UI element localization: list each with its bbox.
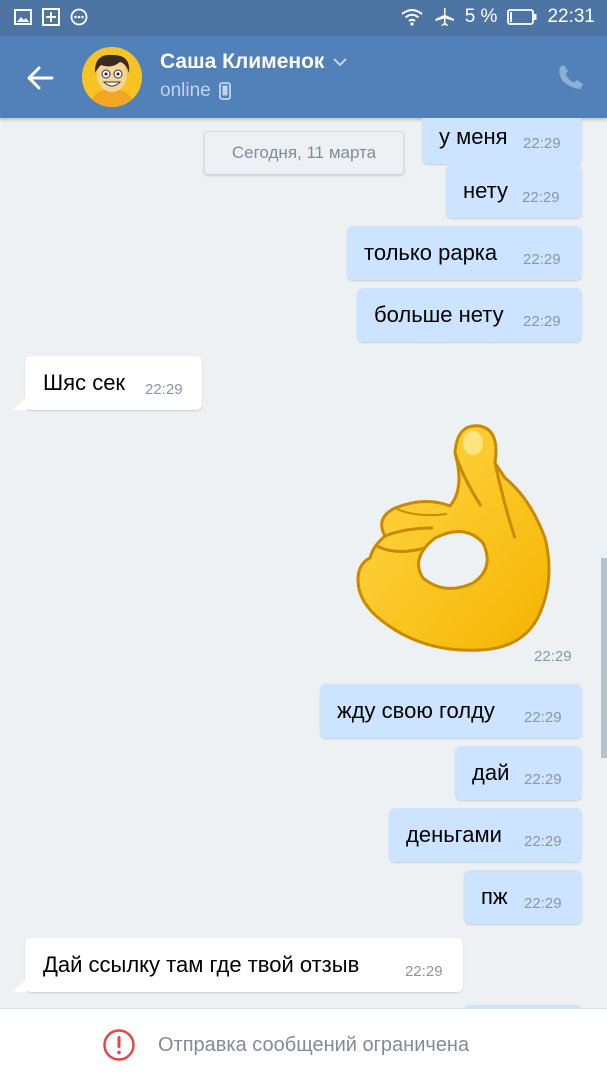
mobile-device-icon [218,82,231,100]
message-text: жду свою голду [337,698,495,723]
avatar[interactable] [82,47,142,107]
message-text: деньгами [406,822,502,847]
restricted-message: Отправка сообщений ограничена [158,1034,470,1056]
message-text: Дай ссылку там где твой отзыв [43,952,360,977]
battery-icon [507,9,537,25]
message-bubble-incoming[interactable]: Дай ссылку там где твой отзыв 22:29 [13,938,463,992]
warning-icon [103,1029,135,1061]
message-bubble-outgoing[interactable]: только рарка 22:29 [347,226,582,280]
phone-call-icon[interactable] [557,63,585,91]
ok-hand-sticker[interactable] [355,418,555,668]
message-time: 22:29 [524,771,562,788]
message-text: дай [472,760,510,785]
more-notifications-icon [70,8,88,26]
chevron-down-icon[interactable] [332,57,348,67]
message-text: у меня [439,124,508,149]
cartoon-avatar-icon [82,47,142,107]
message-text: Шяс сек [43,370,126,395]
online-status: online [160,80,211,101]
wifi-icon [401,9,423,26]
message-time: 22:29 [534,648,572,665]
message-text: только рарка [364,240,498,265]
clock: 22:31 [547,6,595,27]
message-text: пж [481,884,508,909]
message-bubble-outgoing[interactable]: у меня 22:29 [422,118,582,164]
message-bubble-outgoing[interactable]: больше нету 22:29 [357,288,582,342]
back-arrow-icon[interactable] [24,62,56,94]
message-time: 22:29 [405,963,443,980]
message-time: 22:29 [145,381,183,398]
message-bubble-outgoing[interactable]: нету 22:29 [446,164,582,218]
status-bar: 5 % 22:31 [0,0,607,36]
add-box-notification-icon [42,8,60,26]
message-bubble-outgoing[interactable]: деньгами 22:29 [389,808,582,862]
message-time: 22:29 [522,189,560,206]
message-time: 22:29 [523,135,561,152]
message-time: 22:29 [524,709,562,726]
message-text: нету [463,178,508,203]
battery-percent: 5 % [464,6,498,27]
image-notification-icon [14,9,32,25]
chat-header: Саша Клименок online [0,36,607,118]
message-time: 22:29 [523,313,561,330]
message-list[interactable]: у меня 22:29 Сегодня, 11 марта нету 22:2… [0,118,607,1008]
scrollbar[interactable] [601,558,607,758]
message-bubble-outgoing[interactable]: жду свою голду 22:29 [320,684,582,738]
message-bubble-outgoing[interactable]: пж 22:29 [464,870,582,924]
message-bubble-outgoing[interactable]: дай 22:29 [455,746,582,800]
message-time: 22:29 [524,833,562,850]
contact-name[interactable]: Саша Клименок [160,50,324,74]
message-time: 22:29 [524,895,562,912]
message-text: больше нету [374,302,504,327]
date-separator: Сегодня, 11 марта [204,131,404,175]
message-time: 22:29 [523,251,561,268]
restricted-banner: Отправка сообщений ограничена [0,1008,607,1081]
message-bubble-incoming[interactable]: Шяс сек 22:29 [13,356,202,410]
airplane-mode-icon [435,8,454,26]
